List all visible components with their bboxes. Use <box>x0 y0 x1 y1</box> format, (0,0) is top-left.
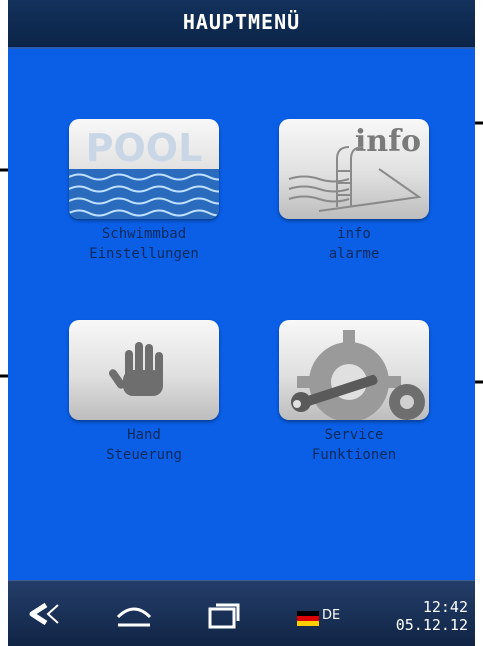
gear-wrench-icon <box>291 330 425 420</box>
service-functions-label: Service Funktionen <box>311 427 397 463</box>
service-functions-button[interactable] <box>279 320 429 420</box>
recent-apps-icon[interactable] <box>204 597 244 631</box>
pool-settings-button[interactable]: POOL <box>69 119 219 219</box>
language-indicator[interactable]: DE <box>322 608 340 623</box>
info-alarms-label: info alarme <box>328 226 380 262</box>
clock-date: 05.12.12 <box>395 616 468 634</box>
home-icon[interactable] <box>114 597 154 631</box>
info-ladder-icon: info <box>288 124 422 212</box>
manual-control-button[interactable] <box>69 320 219 420</box>
system-navigation-bar: DE 12:42 05.12.12 <box>8 580 475 646</box>
manual-control-label: Hand Steuerung <box>106 427 182 463</box>
back-icon[interactable] <box>24 597 64 631</box>
pool-icon: POOL <box>69 126 219 219</box>
hand-icon <box>108 342 163 396</box>
pool-settings-label: Schwimmbad Einstellungen <box>89 226 199 262</box>
svg-text:POOL: POOL <box>86 126 203 170</box>
device-screen: HAUPTMENÜ POOL Schwimmbad Einstellungen … <box>8 0 475 646</box>
info-alarms-button[interactable]: info <box>279 119 429 219</box>
title-bar: HAUPTMENÜ <box>8 0 475 49</box>
clock-time: 12:42 <box>422 598 468 616</box>
page-title: HAUPTMENÜ <box>182 10 301 34</box>
svg-text:info: info <box>355 124 421 159</box>
german-flag-icon[interactable] <box>297 611 319 626</box>
